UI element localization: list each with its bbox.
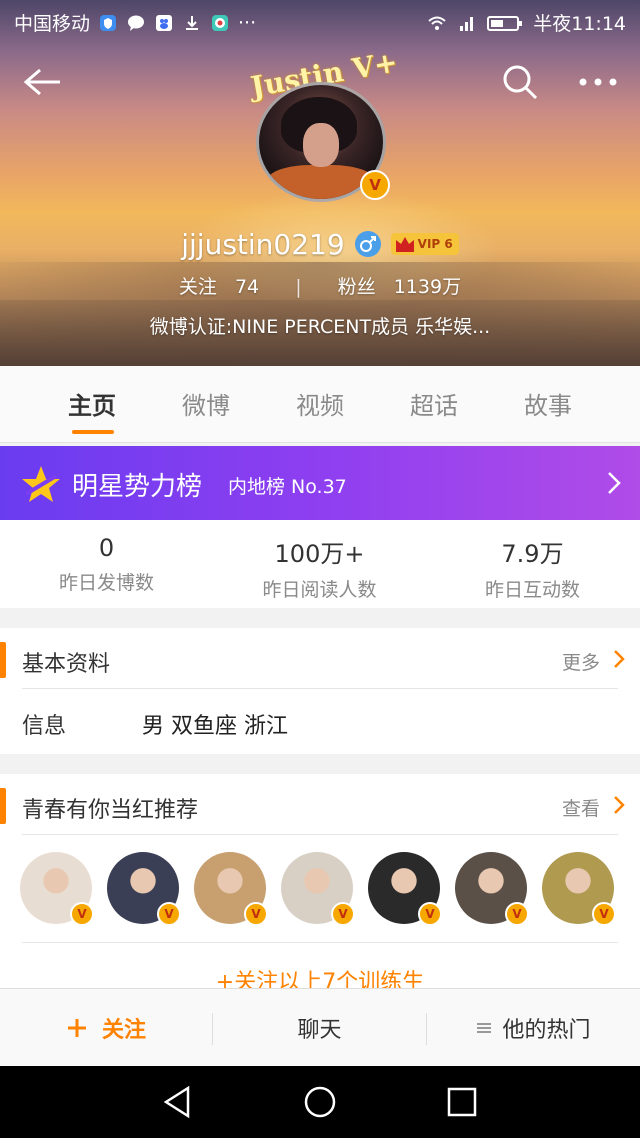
recommended-avatar[interactable]: V	[20, 852, 94, 926]
info-key: 信息	[22, 714, 67, 739]
recommended-avatar[interactable]: V	[107, 852, 181, 926]
system-nav-bar	[0, 1066, 640, 1138]
tab-supertopic[interactable]: 超话	[394, 386, 474, 421]
status-bar: 中国移动 ··· 半夜11:14	[0, 0, 640, 44]
wifi-icon	[427, 13, 447, 33]
star-ranking-position: 内地榜 No.37	[228, 476, 347, 498]
back-arrow-icon	[23, 68, 60, 96]
recommended-avatar[interactable]: V	[194, 852, 268, 926]
more-options-button[interactable]	[576, 60, 620, 104]
battery-icon	[487, 13, 523, 33]
signal-icon	[457, 13, 477, 33]
verified-v-icon: V	[331, 902, 355, 926]
verified-v-icon: V	[418, 902, 442, 926]
chevron-right-icon	[608, 472, 621, 494]
basic-info-title: 基本资料	[22, 652, 111, 677]
crown-icon	[395, 237, 414, 252]
recommended-avatar[interactable]: V	[281, 852, 355, 926]
recommended-avatar[interactable]: V	[542, 852, 616, 926]
plus-icon	[67, 1019, 86, 1037]
tab-home[interactable]: 主页	[52, 386, 132, 421]
stat-readers: 100万+ 昨日阅读人数	[262, 540, 377, 601]
divider	[22, 688, 618, 689]
following-link[interactable]: 关注 74	[173, 276, 265, 298]
bottom-action-bar: 关注 聊天 他的热门	[0, 988, 640, 1067]
profile-tabs: 主页 微博 视频 超话 故事	[0, 366, 640, 443]
verified-v-icon: V	[592, 902, 616, 926]
recommended-avatars: VVVVVVV	[20, 852, 620, 928]
active-tab-indicator	[72, 430, 114, 434]
search-button[interactable]	[498, 60, 542, 104]
weibo-app-icon	[210, 13, 230, 33]
recommend-card: 青春有你当红推荐 查看 V V V V V V V +关注以上7个训练生	[0, 774, 640, 988]
nav-back-icon[interactable]	[160, 1084, 196, 1120]
info-value: 男 双鱼座 浙江	[142, 714, 288, 739]
baidu-app-icon	[154, 13, 174, 33]
divider	[22, 834, 618, 835]
profile-header: 中国移动 ··· 半夜11:14 Justin V+ V jjjustin021…	[0, 0, 640, 366]
clock: 半夜11:14	[533, 13, 626, 35]
basic-info-more-link[interactable]: 更多	[562, 648, 600, 675]
chat-button[interactable]: 聊天	[213, 989, 426, 1067]
download-icon	[182, 13, 202, 33]
follow-stats: 关注 74 | 粉丝 1139万	[0, 272, 640, 299]
hot-posts-button[interactable]: 他的热门	[427, 989, 640, 1067]
star-ranking-banner[interactable]: 明星势力榜 内地榜 No.37	[0, 446, 640, 520]
section-accent-bar	[0, 642, 6, 678]
verified-v-icon: V	[70, 902, 94, 926]
tab-story[interactable]: 故事	[508, 386, 588, 421]
more-dots-icon	[579, 78, 617, 86]
verified-v-icon: V	[505, 902, 529, 926]
more-notifications-icon: ···	[238, 11, 257, 34]
fans-link[interactable]: 粉丝 1139万	[332, 276, 467, 298]
daily-stats: 0 昨日发博数 100万+ 昨日阅读人数 7.9万 昨日互动数	[0, 520, 640, 608]
section-accent-bar	[0, 788, 6, 824]
tab-video[interactable]: 视频	[280, 386, 360, 421]
recommend-view-link[interactable]: 查看	[562, 794, 600, 821]
back-button[interactable]	[20, 60, 64, 104]
basic-info-card: 基本资料 更多 信息 男 双鱼座 浙江	[0, 628, 640, 754]
search-icon	[503, 65, 538, 100]
username: jjjustin0219	[181, 227, 345, 261]
star-icon	[22, 466, 60, 502]
stat-posts: 0 昨日发博数	[58, 534, 154, 594]
verification-text[interactable]: 微博认证:NINE PERCENT成员 乐华娱...	[0, 312, 640, 339]
carrier-label: 中国移动	[14, 13, 91, 35]
nav-recents-icon[interactable]	[444, 1084, 480, 1120]
shield-app-icon	[98, 13, 118, 33]
message-app-icon	[126, 13, 146, 33]
male-gender-icon	[354, 231, 381, 257]
nav-home-icon[interactable]	[302, 1084, 338, 1120]
follow-all-button[interactable]: +关注以上7个训练生	[0, 964, 640, 988]
list-icon	[477, 1023, 492, 1033]
divider	[22, 942, 618, 943]
tab-weibo[interactable]: 微博	[166, 386, 246, 421]
recommended-avatar[interactable]: V	[455, 852, 529, 926]
chevron-right-icon[interactable]	[612, 648, 626, 670]
profile-avatar[interactable]: V	[256, 82, 390, 202]
vip-level: VIP 6	[417, 237, 453, 251]
verified-v-icon: V	[360, 170, 390, 200]
verified-v-icon: V	[157, 902, 181, 926]
recommend-title: 青春有你当红推荐	[22, 798, 199, 823]
vip-badge[interactable]: VIP 6	[390, 233, 459, 255]
recommended-avatar[interactable]: V	[368, 852, 442, 926]
follow-button[interactable]: 关注	[0, 989, 212, 1067]
chevron-right-icon[interactable]	[612, 794, 626, 816]
star-ranking-title: 明星势力榜	[72, 472, 203, 502]
verified-v-icon: V	[244, 902, 268, 926]
stat-interactions: 7.9万 昨日互动数	[484, 540, 580, 601]
